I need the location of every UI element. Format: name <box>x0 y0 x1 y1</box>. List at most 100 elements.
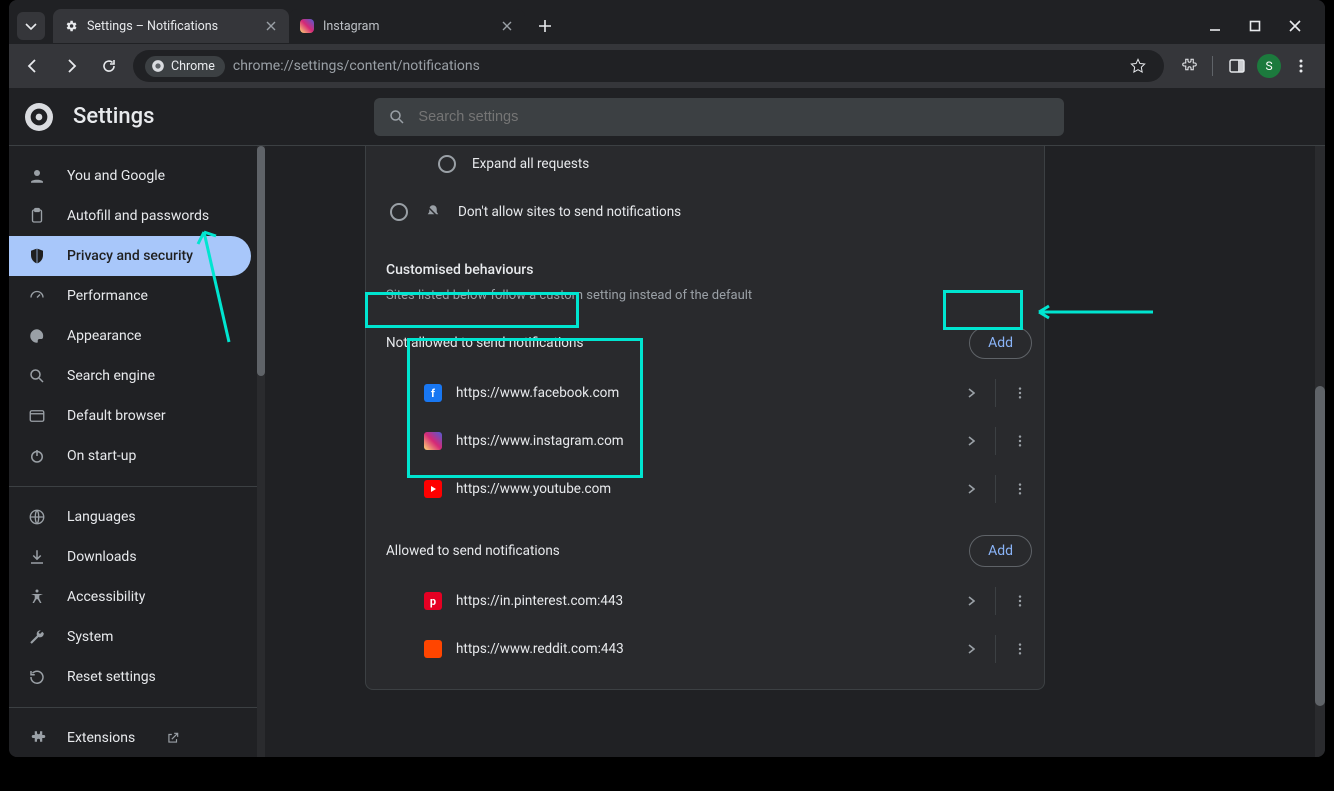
sidebar-item-on-startup[interactable]: On start-up <box>9 436 251 476</box>
url-text: chrome://settings/content/notifications <box>233 58 480 74</box>
instagram-icon <box>299 18 315 34</box>
browser-icon <box>27 406 47 426</box>
profile-letter: S <box>1265 59 1272 73</box>
settings-main: Expand all requests Don't allow sites to… <box>265 146 1325 757</box>
close-icon[interactable] <box>263 18 279 34</box>
site-details-button[interactable] <box>947 388 995 398</box>
sidebar-item-privacy[interactable]: Privacy and security <box>9 236 251 276</box>
site-menu-button[interactable] <box>996 482 1044 496</box>
toolbar-right: S <box>1174 52 1315 80</box>
sidebar-item-languages[interactable]: Languages <box>9 497 251 537</box>
reload-button[interactable] <box>95 52 123 80</box>
settings-header: Settings <box>9 88 1325 146</box>
sidebar-scrollbar-thumb[interactable] <box>257 146 265 376</box>
add-allowed-button[interactable]: Add <box>969 535 1032 567</box>
site-details-button[interactable] <box>947 596 995 606</box>
tab-search-button[interactable] <box>17 12 45 40</box>
sidebar-item-downloads[interactable]: Downloads <box>9 537 251 577</box>
site-row-facebook[interactable]: f https://www.facebook.com <box>366 369 1044 417</box>
site-url: https://www.instagram.com <box>456 433 624 449</box>
youtube-icon <box>424 480 442 498</box>
sidebar-item-default-browser[interactable]: Default browser <box>9 396 251 436</box>
chrome-logo-icon <box>25 103 53 131</box>
search-settings[interactable] <box>374 98 1064 136</box>
sidebar-item-appearance[interactable]: Appearance <box>9 316 251 356</box>
browser-toolbar: Chrome chrome://settings/content/notific… <box>9 44 1325 88</box>
extensions-button[interactable] <box>1174 52 1202 80</box>
side-panel-button[interactable] <box>1223 52 1251 80</box>
site-menu-button[interactable] <box>996 434 1044 448</box>
download-icon <box>27 547 47 567</box>
window-controls <box>1205 16 1317 36</box>
new-tab-button[interactable] <box>531 12 559 40</box>
page-title: Settings <box>73 104 154 129</box>
radio-icon <box>438 155 456 173</box>
sidebar-item-label: Appearance <box>67 328 141 344</box>
sidebar-item-accessibility[interactable]: Accessibility <box>9 577 251 617</box>
close-window-button[interactable] <box>1285 16 1305 36</box>
chip-label: Chrome <box>171 59 215 74</box>
site-row-pinterest[interactable]: p https://in.pinterest.com:443 <box>366 577 1044 625</box>
wrench-icon <box>27 627 47 647</box>
pinterest-icon: p <box>424 592 442 610</box>
sidebar-item-performance[interactable]: Performance <box>9 276 251 316</box>
sidebar-item-label: Performance <box>67 288 148 304</box>
profile-avatar[interactable]: S <box>1257 54 1281 78</box>
browser-menu-button[interactable] <box>1287 52 1315 80</box>
back-button[interactable] <box>19 52 47 80</box>
sidebar-item-label: Languages <box>67 509 136 525</box>
sidebar-item-reset[interactable]: Reset settings <box>9 657 251 697</box>
add-label: Add <box>988 335 1013 351</box>
site-row-reddit[interactable]: https://www.reddit.com:443 <box>366 625 1044 673</box>
sidebar-item-you-and-google[interactable]: You and Google <box>9 156 251 196</box>
reset-icon <box>27 667 47 687</box>
bookmark-button[interactable] <box>1124 52 1152 80</box>
sidebar-item-autofill[interactable]: Autofill and passwords <box>9 196 251 236</box>
site-row-youtube[interactable]: https://www.youtube.com <box>366 465 1044 513</box>
clipboard-icon <box>27 206 47 226</box>
notifications-card: Expand all requests Don't allow sites to… <box>365 146 1045 690</box>
radio-label: Don't allow sites to send notifications <box>458 204 681 220</box>
tab-settings[interactable]: Settings – Notifications <box>53 9 289 43</box>
sidebar-item-label: Privacy and security <box>67 248 193 264</box>
site-details-button[interactable] <box>947 484 995 494</box>
search-input[interactable] <box>418 109 1050 125</box>
blocked-group-row: Not allowed to send notifications Add <box>366 317 1044 369</box>
site-menu-button[interactable] <box>996 594 1044 608</box>
add-label: Add <box>988 543 1013 559</box>
close-icon[interactable] <box>499 18 515 34</box>
radio-dont-allow[interactable]: Don't allow sites to send notifications <box>366 188 1044 236</box>
settings-sidebar: You and Google Autofill and passwords Pr… <box>9 146 265 757</box>
sidebar-item-system[interactable]: System <box>9 617 251 657</box>
main-scrollbar-thumb[interactable] <box>1315 386 1325 706</box>
tab-instagram[interactable]: Instagram <box>289 9 525 43</box>
sidebar-item-label: Accessibility <box>67 589 145 605</box>
tab-strip: Settings – Notifications Instagram <box>9 0 1325 44</box>
radio-expand-all[interactable]: Expand all requests <box>366 146 1044 188</box>
site-row-instagram[interactable]: https://www.instagram.com <box>366 417 1044 465</box>
sidebar-item-label: System <box>67 629 113 645</box>
forward-button[interactable] <box>57 52 85 80</box>
settings-page: Settings You and Google Autofill and pas… <box>9 88 1325 757</box>
power-icon <box>27 446 47 466</box>
shield-icon <box>27 246 47 266</box>
facebook-icon: f <box>424 384 442 402</box>
maximize-button[interactable] <box>1245 16 1265 36</box>
site-menu-button[interactable] <box>996 386 1044 400</box>
site-url: https://www.youtube.com <box>456 481 611 497</box>
allowed-label: Allowed to send notifications <box>386 543 560 559</box>
sidebar-item-extensions[interactable]: Extensions <box>9 718 251 757</box>
address-bar[interactable]: Chrome chrome://settings/content/notific… <box>133 50 1164 82</box>
accessibility-icon <box>27 587 47 607</box>
search-icon <box>388 108 406 126</box>
site-menu-button[interactable] <box>996 642 1044 656</box>
sidebar-item-label: Autofill and passwords <box>67 208 209 224</box>
minimize-button[interactable] <box>1205 16 1225 36</box>
sidebar-item-search-engine[interactable]: Search engine <box>9 356 251 396</box>
site-details-button[interactable] <box>947 644 995 654</box>
add-blocked-button[interactable]: Add <box>969 327 1032 359</box>
sidebar-item-label: On start-up <box>67 448 136 464</box>
site-details-button[interactable] <box>947 436 995 446</box>
allowed-group-row: Allowed to send notifications Add <box>366 525 1044 577</box>
instagram-icon <box>424 432 442 450</box>
